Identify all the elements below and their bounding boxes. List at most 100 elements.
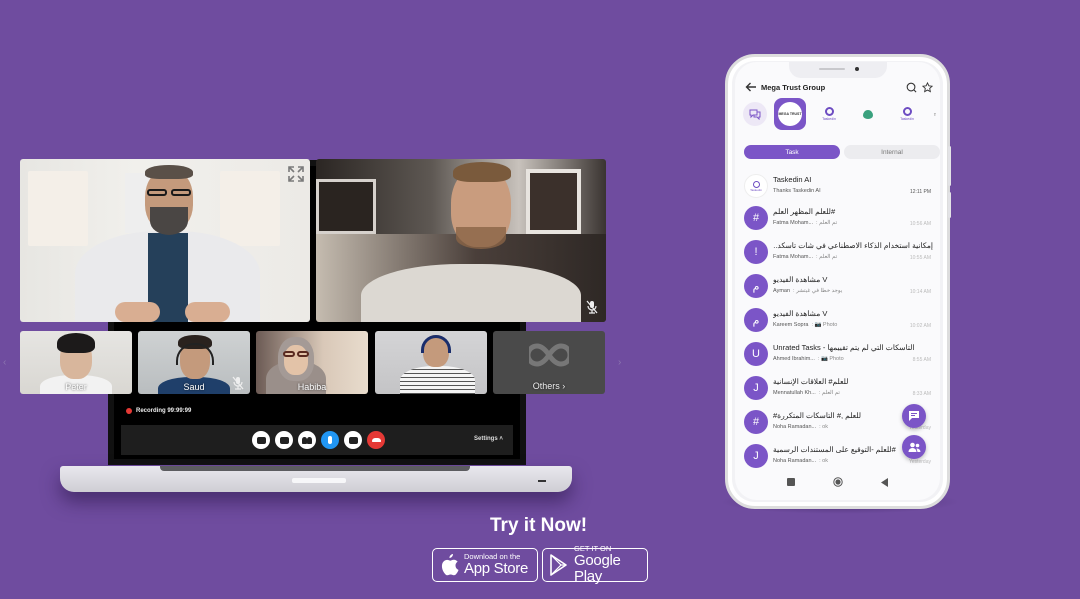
chat-item[interactable]: U Unrated Tasks - التاسكات التي لم يتم ت… [735, 338, 940, 372]
screen-icon [256, 436, 266, 444]
video-tile-habiba[interactable]: Habiba [256, 331, 368, 394]
participant-video [316, 159, 606, 322]
chat-avatar: J [744, 376, 768, 400]
chat-button[interactable] [275, 431, 293, 449]
video-tile-main-participant[interactable] [316, 159, 606, 322]
participants-button[interactable] [298, 431, 316, 449]
group-icon [908, 442, 921, 452]
chat-sender: Noha Ramadan... [773, 424, 817, 430]
wall-picture [526, 169, 581, 234]
participant-video [20, 159, 310, 322]
phone-volume-button [948, 146, 951, 186]
chat-sender: Kareem Sopra [773, 322, 809, 328]
cta-headline: Try it Now! [490, 515, 588, 536]
group-item-mega-trust[interactable]: MEGA TRUST [774, 98, 806, 130]
chat-item[interactable]: ! إمكانية استخدام الذكاء الاصطناعي في شا… [735, 236, 940, 270]
chat-avatar: # [744, 206, 768, 230]
chat-item[interactable]: م مشاهدة الفيديو V Kareem Sopra: 📷 Photo… [735, 304, 940, 338]
chat-list: Taskedin Taskedin AI Thanks Taskedin AI … [735, 170, 940, 474]
screen-share-button[interactable] [252, 431, 270, 449]
group-label: Taskedin [822, 117, 836, 121]
chat-avatar: J [744, 444, 768, 468]
infinity-icon [529, 343, 569, 367]
group-item-taskedin[interactable]: Taskedin [813, 98, 845, 130]
chat-sender: Noha Ramadan... [773, 458, 817, 464]
new-group-fab[interactable] [902, 435, 926, 459]
group-item-partial[interactable]: T [930, 98, 940, 130]
chat-time: 10:02 AM [909, 323, 931, 329]
chat-sender: Ayman [773, 288, 791, 294]
star-icon[interactable] [922, 81, 933, 93]
video-tile-saud[interactable]: Saud [138, 331, 250, 394]
chat-preview: Fatma Moham...: تم العلم [773, 254, 837, 260]
chat-sender: Fatma Moham... [773, 254, 814, 260]
group-item-taskedin-2[interactable]: Taskedin [891, 98, 923, 130]
google-play-text: GET IT ON Google Play [574, 545, 641, 585]
chat-title: #للعلم المظهر العلم [773, 207, 836, 216]
video-tile-participant[interactable] [375, 331, 487, 394]
google-play-big-label: Google Play [574, 552, 621, 585]
microphone-button[interactable] [321, 431, 339, 449]
laptop-keyboard-lip [160, 466, 470, 471]
chat-bubbles-icon [279, 436, 289, 444]
fullscreen-icon[interactable] [287, 165, 305, 183]
message-icon [909, 411, 919, 421]
group-title: Mega Trust Group [761, 82, 826, 92]
mic-muted-icon [232, 376, 244, 390]
chat-time: 8:55 AM [912, 357, 931, 363]
chat-item[interactable]: # #للعلم المظهر العلم Fatma Moham...: تم… [735, 202, 940, 236]
app-store-button[interactable]: Download on the App Store [432, 548, 538, 582]
call-controls [252, 431, 385, 449]
android-nav-bar [735, 472, 940, 492]
group-label: Taskedin [900, 117, 914, 121]
chat-preview: Noha Ramadan...: ok [773, 458, 828, 464]
end-call-button[interactable] [367, 431, 385, 449]
chat-preview: Mennatullah Kh...: تم العلم [773, 390, 840, 396]
group-selector: MEGA TRUST Taskedin Taskedin T [743, 98, 940, 130]
back-arrow-icon[interactable] [745, 81, 757, 93]
back-icon[interactable] [880, 477, 889, 487]
new-message-fab[interactable] [902, 404, 926, 428]
home-icon[interactable] [832, 477, 843, 487]
chat-item[interactable]: J للعلم# العلاقات الإنسانية Mennatullah … [735, 372, 940, 406]
chat-avatar: # [744, 410, 768, 434]
chat-title: Unrated Tasks - التاسكات التي لم يتم تقي… [773, 343, 915, 352]
chat-time: 10:14 AM [909, 289, 931, 295]
carousel-next-icon[interactable]: › [618, 357, 621, 368]
group-item-chats[interactable] [743, 102, 767, 126]
carousel-prev-icon[interactable]: ‹ [3, 357, 6, 368]
settings-button[interactable]: Settings ˄ [474, 436, 503, 442]
video-tile-peter[interactable]: Peter [20, 331, 132, 394]
chat-message: : تم العلم [816, 220, 838, 226]
taskedin-logo-icon [824, 107, 834, 116]
chat-preview: Thanks Taskedin AI [773, 188, 821, 194]
chat-item[interactable]: Taskedin Taskedin AI Thanks Taskedin AI … [735, 170, 940, 202]
microphone-icon [328, 436, 332, 444]
recent-apps-icon[interactable] [786, 478, 795, 486]
heart-logo-icon [863, 109, 873, 119]
hang-up-icon [371, 438, 381, 442]
others-button[interactable]: Others › [493, 331, 605, 394]
tab-task[interactable]: Task [744, 145, 840, 159]
chat-avatar: م [744, 274, 768, 298]
chat-avatar: ! [744, 240, 768, 264]
recording-indicator: Recording 99:99:99 [126, 408, 191, 414]
group-item-heart-logo[interactable] [852, 98, 884, 130]
search-icon[interactable] [906, 82, 917, 93]
chat-message: : 📷 Photo [817, 356, 844, 362]
camera-button[interactable] [344, 431, 362, 449]
chat-preview: Fatma Moham...: تم العلم [773, 220, 837, 226]
video-tile-main-doctor[interactable] [20, 159, 310, 322]
chat-item[interactable]: م مشاهدة الفيديو V Ayman: يوجد خطا في غي… [735, 270, 940, 304]
chat-title: للعلم# العلاقات الإنسانية [773, 377, 849, 386]
tab-internal[interactable]: Internal [844, 145, 940, 159]
chat-time: 12:11 PM [909, 189, 931, 195]
apple-icon [441, 554, 459, 576]
wall-chart [28, 171, 88, 246]
chat-preview: Kareem Sopra: 📷 Photo [773, 322, 837, 328]
google-play-button[interactable]: GET IT ON Google Play [542, 545, 648, 585]
speaker-grille [819, 68, 845, 70]
group-label: T [933, 112, 937, 117]
recording-label: Recording 99:99:99 [136, 408, 192, 414]
chat-sender: Thanks Taskedin AI [773, 188, 821, 194]
